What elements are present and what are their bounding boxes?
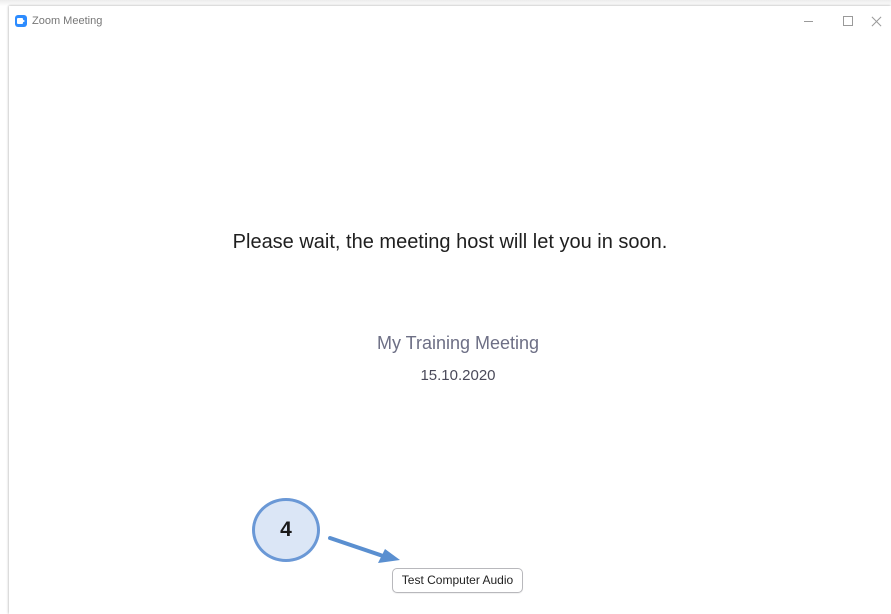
title-bar[interactable]: Zoom Meeting <box>9 6 891 36</box>
waiting-room-message: Please wait, the meeting host will let y… <box>232 231 668 253</box>
maximize-icon[interactable] <box>835 6 863 36</box>
meeting-name: My Training Meeting <box>376 333 540 353</box>
meeting-date: 15.10.2020 <box>420 367 496 384</box>
zoom-camera-icon <box>15 15 27 27</box>
arrow-right-icon <box>328 536 400 563</box>
window-title: Zoom Meeting <box>32 15 103 27</box>
test-computer-audio-button[interactable]: Test Computer Audio <box>392 568 523 593</box>
zoom-meeting-window: Zoom Meeting Please wait, the meeting ho… <box>9 6 891 614</box>
close-icon[interactable] <box>863 6 891 36</box>
minimize-icon[interactable] <box>795 6 823 36</box>
step-number-badge: 4 <box>252 498 320 562</box>
